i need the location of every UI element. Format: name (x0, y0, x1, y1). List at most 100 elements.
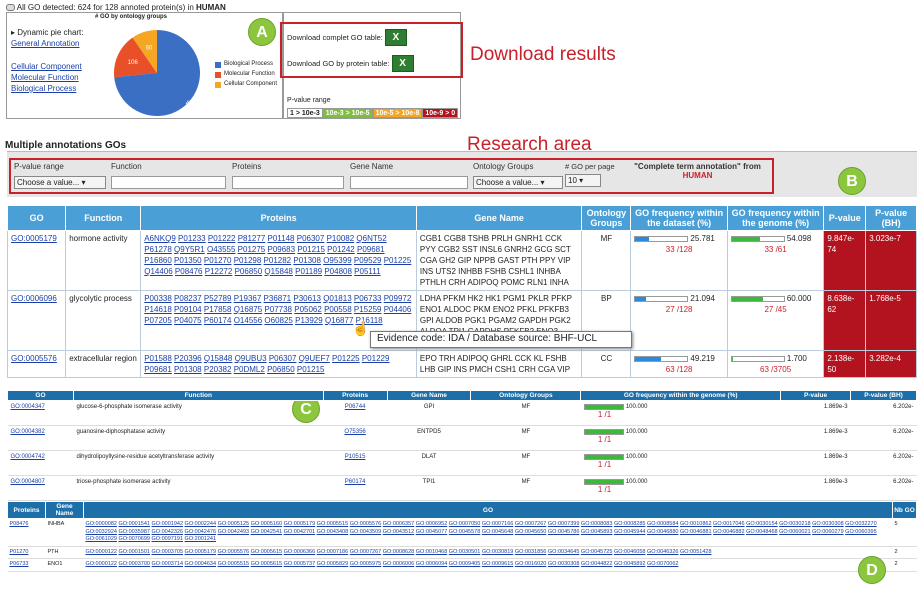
protein-link[interactable]: P01298 (234, 256, 262, 265)
column-header[interactable]: GO (7, 390, 74, 401)
go-id-link[interactable]: GO:0045892 (614, 561, 646, 567)
protein-link[interactable]: P01229 (362, 354, 390, 363)
go-id-link[interactable]: GO:0005179 (11, 234, 57, 243)
go-id-link[interactable]: GO:0004742 (11, 454, 45, 460)
go-id-link[interactable]: GO:0046882 (713, 529, 745, 535)
protein-link[interactable]: P01270 (204, 256, 232, 265)
protein-link[interactable]: P06744 (345, 404, 366, 410)
go-id-link[interactable]: GO:0008285 (614, 521, 646, 527)
protein-link[interactable]: P07738 (264, 305, 292, 314)
proteins-input[interactable] (232, 176, 344, 189)
go-id-link[interactable]: GO:0017046 (713, 521, 745, 527)
protein-link[interactable]: O43555 (207, 245, 235, 254)
protein-link[interactable]: P20382 (204, 365, 232, 374)
go-id-link[interactable]: GO:0007050 (449, 521, 481, 527)
go-id-link[interactable]: GO:0007267 (515, 521, 547, 527)
protein-link[interactable]: P07205 (144, 316, 172, 325)
protein-link[interactable]: P08476 (175, 267, 203, 276)
link-molecular-function[interactable]: Molecular Function (11, 73, 79, 82)
go-id-link[interactable]: GO:0046881 (680, 529, 712, 535)
protein-link[interactable]: P06733 (354, 294, 382, 303)
go-id-link[interactable]: GO:0034645 (548, 549, 580, 555)
protein-link[interactable]: P60174 (204, 316, 232, 325)
go-id-link[interactable]: GO:0005515 (218, 561, 250, 567)
go-id-link[interactable]: GO:0045786 (548, 529, 580, 535)
protein-link[interactable]: P01270 (10, 549, 29, 555)
go-id-link[interactable]: GO:0042541 (251, 529, 283, 535)
protein-link[interactable]: P01308 (293, 256, 321, 265)
link-biological-process[interactable]: Biological Process (11, 84, 76, 93)
go-id-link[interactable]: GO:0003705 (152, 549, 184, 555)
protein-link[interactable]: A6NKQ9 (144, 234, 176, 243)
goperpage-select[interactable]: 10 ▾ (565, 174, 601, 187)
go-id-link[interactable]: GO:0045648 (482, 529, 514, 535)
go-id-link[interactable]: GO:0007399 (548, 521, 580, 527)
go-id-link[interactable]: GO:0006952 (416, 521, 448, 527)
protein-link[interactable]: P36871 (264, 294, 292, 303)
go-id-link[interactable]: GO:0070699 (118, 536, 150, 542)
column-header[interactable]: Gene Name (44, 501, 84, 519)
column-header[interactable]: Function (65, 205, 142, 231)
protein-link[interactable]: Q14406 (144, 267, 172, 276)
go-id-link[interactable]: GO:0007267 (350, 549, 382, 555)
go-id-link[interactable]: GO:0000122 (85, 561, 117, 567)
column-header[interactable]: GO (82, 501, 893, 519)
column-header[interactable]: Proteins (7, 501, 46, 519)
go-id-link[interactable]: GO:0005576 (218, 549, 250, 555)
protein-link[interactable]: P15259 (354, 305, 382, 314)
protein-link[interactable]: P16860 (144, 256, 172, 265)
go-id-link[interactable]: GO:0032270 (845, 521, 877, 527)
column-header[interactable]: Ontology Groups (581, 205, 632, 231)
go-id-link[interactable]: GO:0070062 (647, 561, 679, 567)
go-id-link[interactable]: GO:0030308 (548, 561, 580, 567)
column-header[interactable]: Proteins (140, 205, 417, 231)
column-header[interactable]: GO (6, 205, 67, 231)
protein-link[interactable]: P08476 (10, 521, 29, 527)
go-id-link[interactable]: GO:0009405 (449, 561, 481, 567)
go-id-link[interactable]: GO:0007166 (482, 521, 514, 527)
go-id-link[interactable]: GO:0044822 (581, 561, 613, 567)
go-id-link[interactable]: GO:0046880 (647, 529, 679, 535)
protein-link[interactable]: P20396 (174, 354, 202, 363)
go-id-link[interactable]: GO:0042701 (284, 529, 316, 535)
go-id-link[interactable]: GO:0006357 (383, 521, 415, 527)
protein-link[interactable]: P01242 (327, 245, 355, 254)
protein-link[interactable]: P01215 (297, 365, 325, 374)
link-general-annotation[interactable]: General Annotation (11, 39, 80, 48)
protein-link[interactable]: P14618 (144, 305, 172, 314)
go-id-link[interactable]: GO:0001541 (118, 521, 150, 527)
protein-link[interactable]: P01308 (174, 365, 202, 374)
go-id-link[interactable]: GO:0004634 (185, 561, 217, 567)
column-header[interactable]: Function (72, 390, 324, 401)
protein-link[interactable]: Q16877 (325, 316, 353, 325)
go-id-link[interactable]: GO:0061029 (85, 536, 117, 542)
go-id-link[interactable]: GO:0002244 (185, 521, 217, 527)
protein-link[interactable]: P06850 (235, 267, 263, 276)
go-id-link[interactable]: GO:0043509 (350, 529, 382, 535)
go-id-link[interactable]: GO:0035987 (118, 529, 150, 535)
go-id-link[interactable]: GO:0004347 (11, 404, 45, 410)
protein-link[interactable]: Q6NT52 (356, 234, 386, 243)
protein-link[interactable]: P00338 (144, 294, 172, 303)
go-id-link[interactable]: GO:0046058 (614, 549, 646, 555)
gene-name-input[interactable] (350, 176, 468, 189)
go-id-link[interactable]: GO:0030501 (449, 549, 481, 555)
go-id-link[interactable]: GO:0008584 (647, 521, 679, 527)
go-id-link[interactable]: GO:0030218 (779, 521, 811, 527)
go-id-link[interactable]: GO:0005515 (317, 521, 349, 527)
go-id-link[interactable]: GO:0045650 (515, 529, 547, 535)
go-id-link[interactable]: GO:0008628 (383, 549, 415, 555)
protein-link[interactable]: O95399 (323, 256, 351, 265)
column-header[interactable]: Gene Name (415, 205, 583, 231)
protein-link[interactable]: P06733 (10, 561, 29, 567)
go-id-link[interactable]: GO:0016020 (515, 561, 547, 567)
go-id-link[interactable]: GO:0010468 (416, 549, 448, 555)
go-id-link[interactable]: GO:0060395 (845, 529, 877, 535)
pvalue-select[interactable]: Choose a value... ▾ (14, 176, 106, 189)
protein-link[interactable]: P01350 (174, 256, 202, 265)
go-id-link[interactable]: GO:0004382 (11, 429, 45, 435)
protein-link[interactable]: Q15848 (264, 267, 292, 276)
go-id-link[interactable]: GO:0006366 (284, 549, 316, 555)
protein-link[interactable]: P13929 (295, 316, 323, 325)
column-header[interactable]: GO frequency within the dataset (%) (630, 205, 728, 231)
